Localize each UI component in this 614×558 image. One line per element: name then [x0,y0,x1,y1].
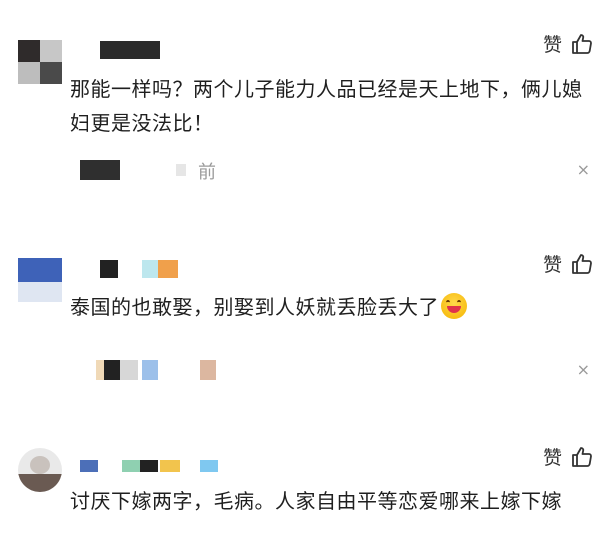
comment-item: 赞 那能一样吗？两个儿子能力人品已经是天上地下，俩儿媳妇更是没法比！ 前 × [0,0,614,238]
like-label: 赞 [542,447,562,469]
username-redacted[interactable] [100,41,160,59]
thumbs-up-icon [572,253,592,274]
reply-time: 前 [198,162,216,183]
comment-text: 泰国的也敢娶，别娶到人妖就丢脸丢大了 [70,295,439,319]
comment-text: 讨厌下嫁两字，毛病。人家自由平等恋爱哪来上嫁下嫁 [70,489,562,513]
like-button[interactable]: 赞 [543,30,594,57]
reply-row: × [80,358,594,384]
comment-item: 赞 泰国的也敢娶，别娶到人妖就丢脸丢大了 × [0,238,614,438]
reply-username-redacted[interactable] [104,360,120,380]
avatar[interactable] [18,448,62,492]
grinning-face-emoji-icon [441,293,467,319]
reply-row: 前 × [80,158,594,184]
close-icon[interactable]: × [577,360,590,379]
avatar[interactable] [18,40,62,84]
thumbs-up-icon [572,33,592,54]
avatar[interactable] [18,258,62,302]
username-redacted[interactable] [80,460,98,472]
comment-text-row: 泰国的也敢娶，别娶到人妖就丢脸丢大了 [70,290,590,324]
comment-item: 赞 讨厌下嫁两字，毛病。人家自由平等恋爱哪来上嫁下嫁 [0,438,614,558]
like-label: 赞 [542,254,562,276]
like-label: 赞 [542,34,562,56]
thumbs-up-icon [572,446,592,467]
like-button[interactable]: 赞 [543,250,594,277]
like-button[interactable]: 赞 [543,443,594,470]
close-icon[interactable]: × [577,160,590,179]
comment-text: 那能一样吗？两个儿子能力人品已经是天上地下，俩儿媳妇更是没法比！ [70,77,583,135]
reply-username-redacted[interactable] [80,160,120,180]
username-redacted[interactable] [100,260,118,278]
